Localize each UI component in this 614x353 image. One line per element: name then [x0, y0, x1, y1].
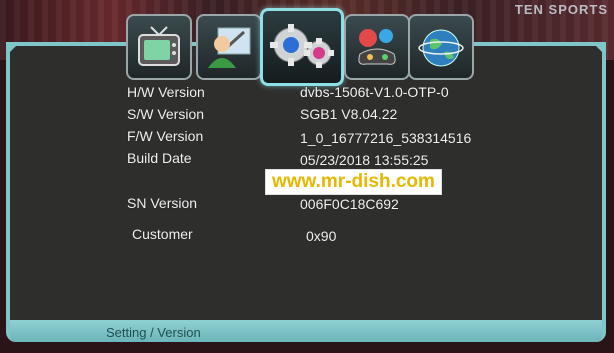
sw-version-label: S/W Version [127, 106, 205, 122]
footer-bar [10, 320, 602, 342]
fw-version-value: 1_0_16777216_538314516 [300, 130, 472, 146]
hw-version-label: H/W Version [127, 84, 205, 100]
build-date-label: Build Date [127, 150, 192, 166]
hw-version-value: dvbs-1506t-V1.0-OTP-0 [300, 84, 449, 100]
build-date-value: 05/23/2018 13:55:25 [300, 152, 429, 168]
sw-version-value: SGB1 V8.04.22 [300, 106, 398, 122]
sn-version-value: 006F0C18C692 [300, 196, 399, 212]
breadcrumb: Setting / Version [106, 325, 201, 340]
fw-version-label: F/W Version [127, 128, 204, 144]
watermark-banner: www.mr-dish.com [265, 169, 442, 195]
customer-label: Customer [132, 226, 193, 242]
customer-value: 0x90 [306, 228, 337, 244]
sn-version-label: SN Version [127, 195, 198, 211]
